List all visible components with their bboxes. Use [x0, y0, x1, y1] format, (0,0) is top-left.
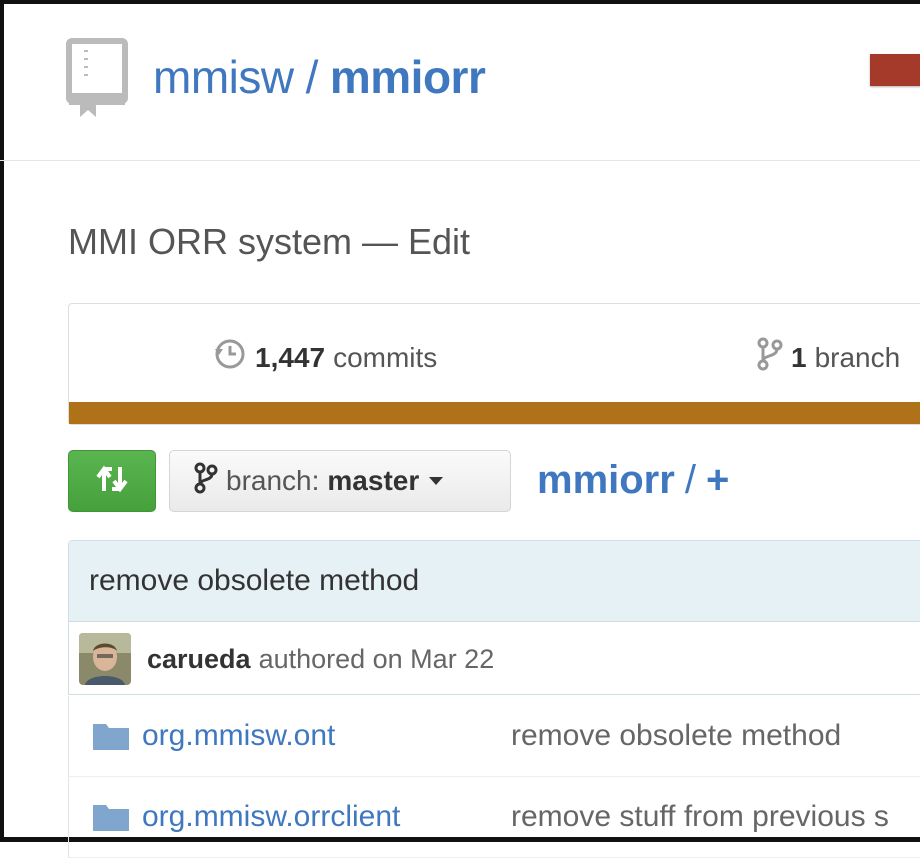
edit-description-link[interactable]: Edit: [408, 221, 470, 262]
repo-name-link[interactable]: mmiorr: [330, 51, 486, 103]
branches-stat[interactable]: 1 branch: [757, 337, 900, 379]
repo-description-text: MMI ORR system: [68, 221, 352, 262]
description-dash: —: [362, 221, 398, 262]
chevron-down-icon: [429, 477, 444, 485]
file-commit-message[interactable]: remove obsolete method: [511, 718, 841, 754]
branch-icon: [194, 462, 218, 501]
file-row: org.mmisw.ont remove obsolete method: [68, 696, 920, 777]
file-name-link[interactable]: org.mmisw.ont: [142, 718, 335, 754]
commits-label: commits: [333, 342, 438, 373]
file-row: org.mmisw.orrclient remove stuff from pr…: [68, 777, 920, 858]
latest-commit: remove obsolete method carueda authored …: [68, 540, 920, 695]
breadcrumb: mmiorr / +: [537, 456, 729, 504]
branches-count: 1: [791, 342, 807, 373]
repo-owner-link[interactable]: mmisw: [153, 51, 294, 103]
compare-button[interactable]: [68, 450, 156, 512]
branch-name: master: [327, 465, 420, 496]
language-bar[interactable]: [69, 402, 920, 424]
branch-prefix: branch:: [226, 465, 320, 496]
repo-title-separator: /: [305, 51, 319, 103]
header-action-button[interactable]: [870, 54, 920, 86]
repo-book-icon: [66, 38, 128, 123]
commit-authored-text: authored on Mar 22: [258, 643, 495, 674]
commit-message[interactable]: remove obsolete method: [69, 541, 920, 622]
folder-icon: [93, 801, 129, 836]
breadcrumb-root-link[interactable]: mmiorr: [537, 458, 675, 502]
branch-select-button[interactable]: branch: master: [169, 450, 511, 512]
commit-author-link[interactable]: carueda: [147, 644, 251, 675]
add-file-button[interactable]: +: [706, 458, 729, 502]
history-icon: [213, 337, 247, 379]
folder-icon: [93, 720, 129, 755]
file-list: org.mmisw.ont remove obsolete method org…: [68, 696, 920, 858]
commit-meta: carueda authored on Mar 22: [69, 622, 920, 696]
commits-stat[interactable]: 1,447 commits: [213, 337, 437, 379]
branch-icon: [757, 337, 783, 379]
compare-arrows-icon: [94, 461, 130, 502]
commits-count: 1,447: [255, 342, 326, 373]
branches-label: branch: [814, 342, 901, 373]
repo-header: mmisw / mmiorr: [0, 0, 920, 161]
file-commit-message[interactable]: remove stuff from previous s: [511, 799, 889, 835]
file-navigation: branch: master mmiorr / +: [68, 450, 920, 514]
repo-stats-bar: 1,447 commits 1 branch: [68, 303, 920, 425]
repo-description: MMI ORR system — Edit: [68, 220, 470, 264]
file-name-link[interactable]: org.mmisw.orrclient: [142, 799, 400, 835]
avatar[interactable]: [79, 633, 131, 685]
repo-title: mmisw / mmiorr: [153, 50, 486, 104]
breadcrumb-separator: /: [684, 458, 696, 502]
